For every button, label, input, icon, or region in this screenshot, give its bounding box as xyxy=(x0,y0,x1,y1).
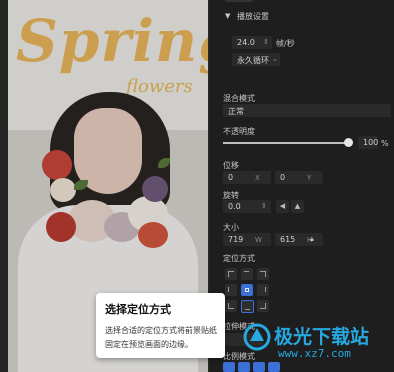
position-y-value: 0 xyxy=(280,173,286,182)
position-y-input[interactable]: 0 Y xyxy=(275,171,323,184)
rotate-input[interactable]: 0.0 ⇕ xyxy=(223,200,271,213)
position-x-unit: X xyxy=(255,174,260,182)
watermark-name: 极光下载站 xyxy=(274,326,370,348)
anchor-top-right[interactable] xyxy=(257,268,269,280)
opacity-value: 100 xyxy=(363,138,379,147)
flip-vertical-icon[interactable]: ▲ xyxy=(291,200,304,213)
anchor-middle-right[interactable] xyxy=(257,284,269,296)
opacity-slider-track[interactable] xyxy=(223,142,349,144)
fps-stepper-icon[interactable]: ⇕ xyxy=(263,38,269,46)
properties-panel: ▼ 播放设置 24.0 ⇕ 帧/秒 永久循环 ⌄ 混合模式 正常 不透明度 10… xyxy=(215,0,394,372)
collapse-triangle-icon[interactable]: ▼ xyxy=(225,12,230,20)
anchor-label: 定位方式 xyxy=(223,254,255,263)
opacity-input[interactable]: 100 xyxy=(358,136,378,149)
height-value: 615 xyxy=(280,235,296,244)
loop-select[interactable]: 永久循环 ⌄ xyxy=(232,53,280,66)
top-strip xyxy=(225,0,253,2)
width-unit: W xyxy=(255,236,262,244)
anchor-bottom-left[interactable] xyxy=(225,300,237,312)
position-x-input[interactable]: 0 X xyxy=(223,171,271,184)
anchor-tooltip: 选择定位方式 选择合适的定位方式将前景贴纸固定在预览画面的边缘。 xyxy=(96,293,225,358)
watermark: 极光下载站 www.xz7.com xyxy=(232,318,392,368)
chevron-down-icon: ⌄ xyxy=(272,55,278,63)
anchor-top-center[interactable] xyxy=(241,268,253,280)
position-y-unit: Y xyxy=(307,174,312,182)
position-x-value: 0 xyxy=(228,173,234,182)
width-value: 719 xyxy=(228,235,244,244)
rotate-value: 0.0 xyxy=(228,202,241,211)
position-label: 位移 xyxy=(223,161,239,170)
size-label: 大小 xyxy=(223,223,239,232)
fps-input[interactable]: 24.0 ⇕ xyxy=(232,36,272,49)
playback-settings-title: 播放设置 xyxy=(237,12,269,21)
anchor-bottom-center[interactable] xyxy=(241,300,254,313)
width-input[interactable]: 719 W xyxy=(223,233,271,246)
anchor-bottom-right[interactable] xyxy=(257,300,269,312)
fps-unit: 帧/秒 xyxy=(276,39,295,48)
lock-icon[interactable]: 🔒︎ xyxy=(310,235,314,244)
opacity-slider-handle[interactable] xyxy=(344,138,353,147)
flip-horizontal-icon[interactable]: ◀ xyxy=(276,200,289,213)
blend-mode-label: 混合模式 xyxy=(223,94,255,103)
watermark-logo-icon xyxy=(243,323,271,351)
opacity-unit: % xyxy=(381,139,389,148)
loop-select-value: 永久循环 xyxy=(237,56,269,65)
fps-value: 24.0 xyxy=(237,38,255,47)
anchor-center[interactable] xyxy=(241,284,253,296)
anchor-middle-left[interactable] xyxy=(225,284,237,296)
height-input[interactable]: 615 H xyxy=(275,233,323,246)
tooltip-title: 选择定位方式 xyxy=(105,303,171,316)
watermark-url: www.xz7.com xyxy=(278,347,351,360)
opacity-label: 不透明度 xyxy=(223,127,255,136)
blend-mode-value: 正常 xyxy=(228,107,244,116)
tooltip-description: 选择合适的定位方式将前景贴纸固定在预览画面的边缘。 xyxy=(105,326,217,349)
anchor-top-left[interactable] xyxy=(225,268,237,280)
blend-mode-select[interactable]: 正常 xyxy=(223,104,391,117)
rotate-stepper-icon[interactable]: ⇕ xyxy=(261,202,267,210)
